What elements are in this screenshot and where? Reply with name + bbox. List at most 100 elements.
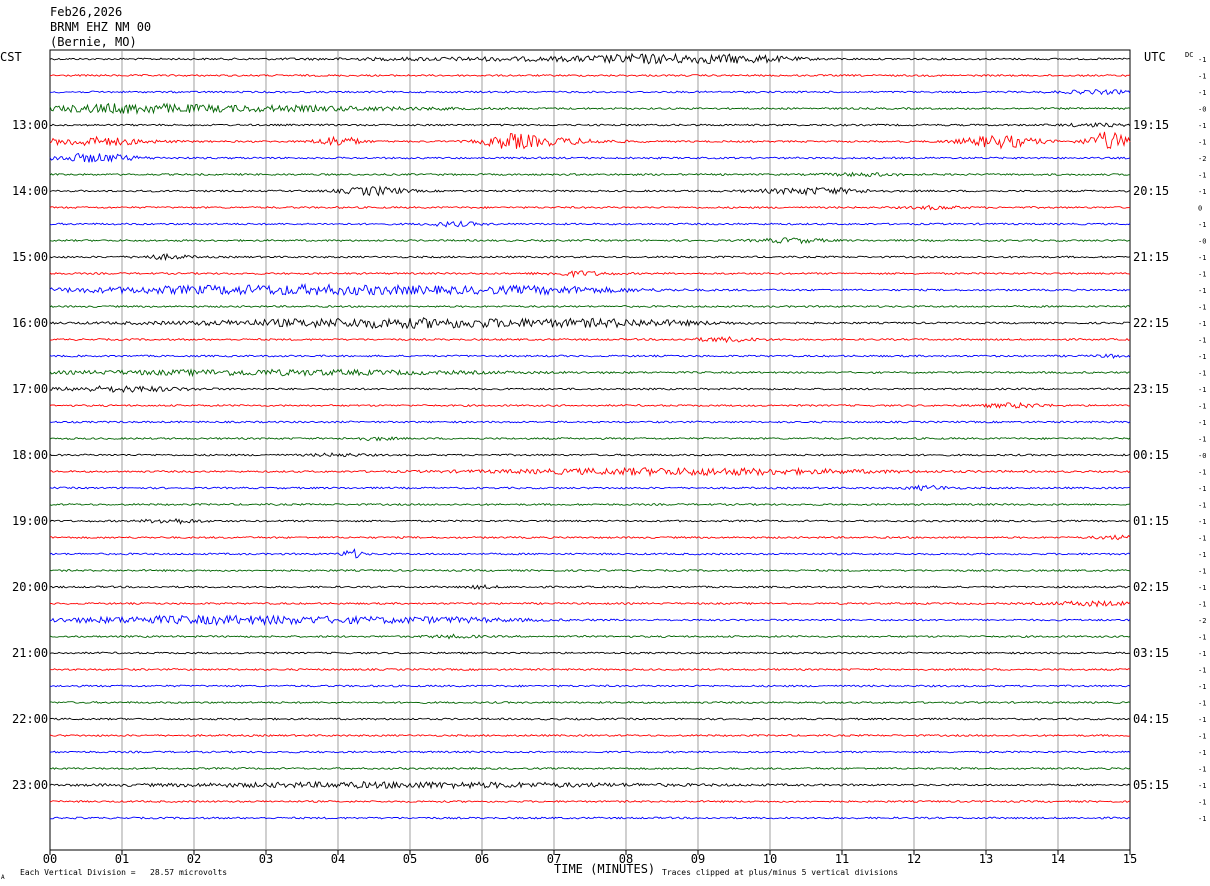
dc-offset-label: -1 — [1198, 485, 1206, 493]
x-tick-label: 01 — [115, 852, 129, 866]
trace-row — [49, 614, 1131, 627]
dc-offset-label: -1 — [1198, 89, 1206, 97]
dc-offset-label: -1 — [1198, 370, 1206, 378]
utc-hour-label: 23:15 — [1133, 382, 1169, 396]
trace-row — [50, 700, 1131, 704]
header-location: (Bernie, MO) — [50, 35, 137, 49]
trace-row — [49, 353, 1131, 359]
x-tick-label: 03 — [259, 852, 273, 866]
axis-labels: 00 01 02 03 04 05 06 07 08 09 10 11 12 13 14 15-1-1-1-0… — [12, 56, 1206, 866]
trace-row — [49, 780, 1131, 790]
cst-hour-label: 16:00 — [12, 316, 48, 330]
dc-offset-label: -1 — [1198, 634, 1206, 642]
dc-offset-label: -1 — [1198, 766, 1206, 774]
right-timezone-label: UTC — [1144, 50, 1166, 64]
trace-row — [49, 436, 1131, 442]
utc-hour-label: 01:15 — [1133, 514, 1169, 528]
corner-mark: A — [1, 874, 5, 881]
dc-offset-label: -1 — [1198, 700, 1206, 708]
x-tick-label: 02 — [187, 852, 201, 866]
header-date: Feb26,2026 — [50, 5, 122, 19]
dc-offset-label: -1 — [1198, 304, 1206, 312]
dc-offset-label: -1 — [1198, 535, 1206, 543]
trace-row — [49, 816, 1131, 820]
trace-row — [49, 518, 1131, 525]
utc-hour-label: 04:15 — [1133, 712, 1169, 726]
dc-offset-label: -1 — [1198, 221, 1206, 229]
trace-row — [49, 466, 1131, 478]
trace-row — [49, 74, 1131, 78]
dc-label: DC — [1185, 51, 1193, 59]
cst-hour-label: 17:00 — [12, 382, 48, 396]
trace-row — [49, 171, 1131, 178]
cst-hour-label: 21:00 — [12, 646, 48, 660]
utc-hour-label: 02:15 — [1133, 580, 1169, 594]
dc-offset-label: -1 — [1198, 56, 1206, 64]
x-tick-label: 00 — [43, 852, 57, 866]
dc-offset-label: -1 — [1198, 584, 1206, 592]
trace-row — [49, 733, 1131, 738]
dc-offset-label: -1 — [1198, 386, 1206, 394]
dc-offset-label: -1 — [1198, 749, 1206, 757]
trace-row — [49, 484, 1131, 492]
dc-offset-label: -1 — [1198, 172, 1206, 180]
dc-offset-label: -2 — [1198, 617, 1206, 625]
trace-row — [49, 102, 1131, 115]
cst-hour-label: 22:00 — [12, 712, 48, 726]
trace-row — [49, 401, 1131, 409]
dc-offset-label: -1 — [1198, 469, 1206, 477]
left-timezone-label: CST — [0, 50, 22, 64]
cst-hour-label: 18:00 — [12, 448, 48, 462]
trace-row — [49, 282, 1131, 296]
x-tick-label: 06 — [475, 852, 489, 866]
dc-offset-label: -1 — [1198, 122, 1206, 130]
dc-offset-label: -1 — [1198, 518, 1206, 526]
trace-row — [49, 750, 1131, 754]
dc-offset-label: 0 — [1198, 205, 1202, 213]
cst-hour-label: 20:00 — [12, 580, 48, 594]
header-station: BRNM EHZ NM 00 — [50, 20, 151, 34]
trace-row — [49, 717, 1131, 721]
trace-row — [49, 237, 1131, 245]
utc-hour-label: 21:15 — [1133, 250, 1169, 264]
cst-hour-label: 19:00 — [12, 514, 48, 528]
vertical-division-note: Each Vertical Division = 28.57 microvolt… — [20, 868, 227, 877]
x-tick-label: 13 — [979, 852, 993, 866]
trace-row — [49, 204, 1131, 211]
trace-row — [49, 684, 1131, 688]
trace-row — [49, 502, 1131, 507]
dc-offset-label: -1 — [1198, 419, 1206, 427]
x-tick-label: 12 — [907, 852, 921, 866]
trace-row — [50, 89, 1131, 96]
trace-row — [49, 317, 1131, 330]
trace-row — [49, 667, 1131, 672]
trace-row — [49, 368, 1130, 378]
x-tick-label: 04 — [331, 852, 345, 866]
dc-offset-label: -1 — [1198, 683, 1206, 691]
seismic-traces — [49, 52, 1131, 820]
trace-row — [49, 420, 1131, 424]
dc-offset-label: -0 — [1198, 452, 1206, 460]
dc-offset-label: -1 — [1198, 320, 1206, 328]
dc-offset-label: -0 — [1198, 106, 1206, 114]
helicorder-chart: 00 01 02 03 04 05 06 07 08 09 10 11 12 13 14 15-1-1-1-0… — [0, 5, 1206, 881]
minute-grid — [49, 49, 1131, 855]
trace-row — [49, 131, 1131, 150]
trace-row — [49, 534, 1131, 541]
dc-offset-label: -1 — [1198, 502, 1206, 510]
dc-offset-label: -1 — [1198, 139, 1206, 147]
dc-offset-label: -0 — [1198, 238, 1206, 246]
utc-hour-label: 03:15 — [1133, 646, 1169, 660]
dc-offset-label: -1 — [1198, 733, 1206, 741]
plot-frame — [49, 49, 1131, 851]
x-tick-label: 05 — [403, 852, 417, 866]
trace-row — [50, 600, 1131, 608]
trace-row — [49, 584, 1130, 591]
trace-row — [49, 220, 1131, 228]
dc-offset-label: -1 — [1198, 353, 1206, 361]
trace-row — [49, 153, 1131, 163]
dc-offset-label: -1 — [1198, 799, 1206, 807]
utc-hour-label: 19:15 — [1133, 118, 1169, 132]
dc-offset-label: -1 — [1198, 568, 1206, 576]
dc-offset-label: -1 — [1198, 254, 1206, 262]
